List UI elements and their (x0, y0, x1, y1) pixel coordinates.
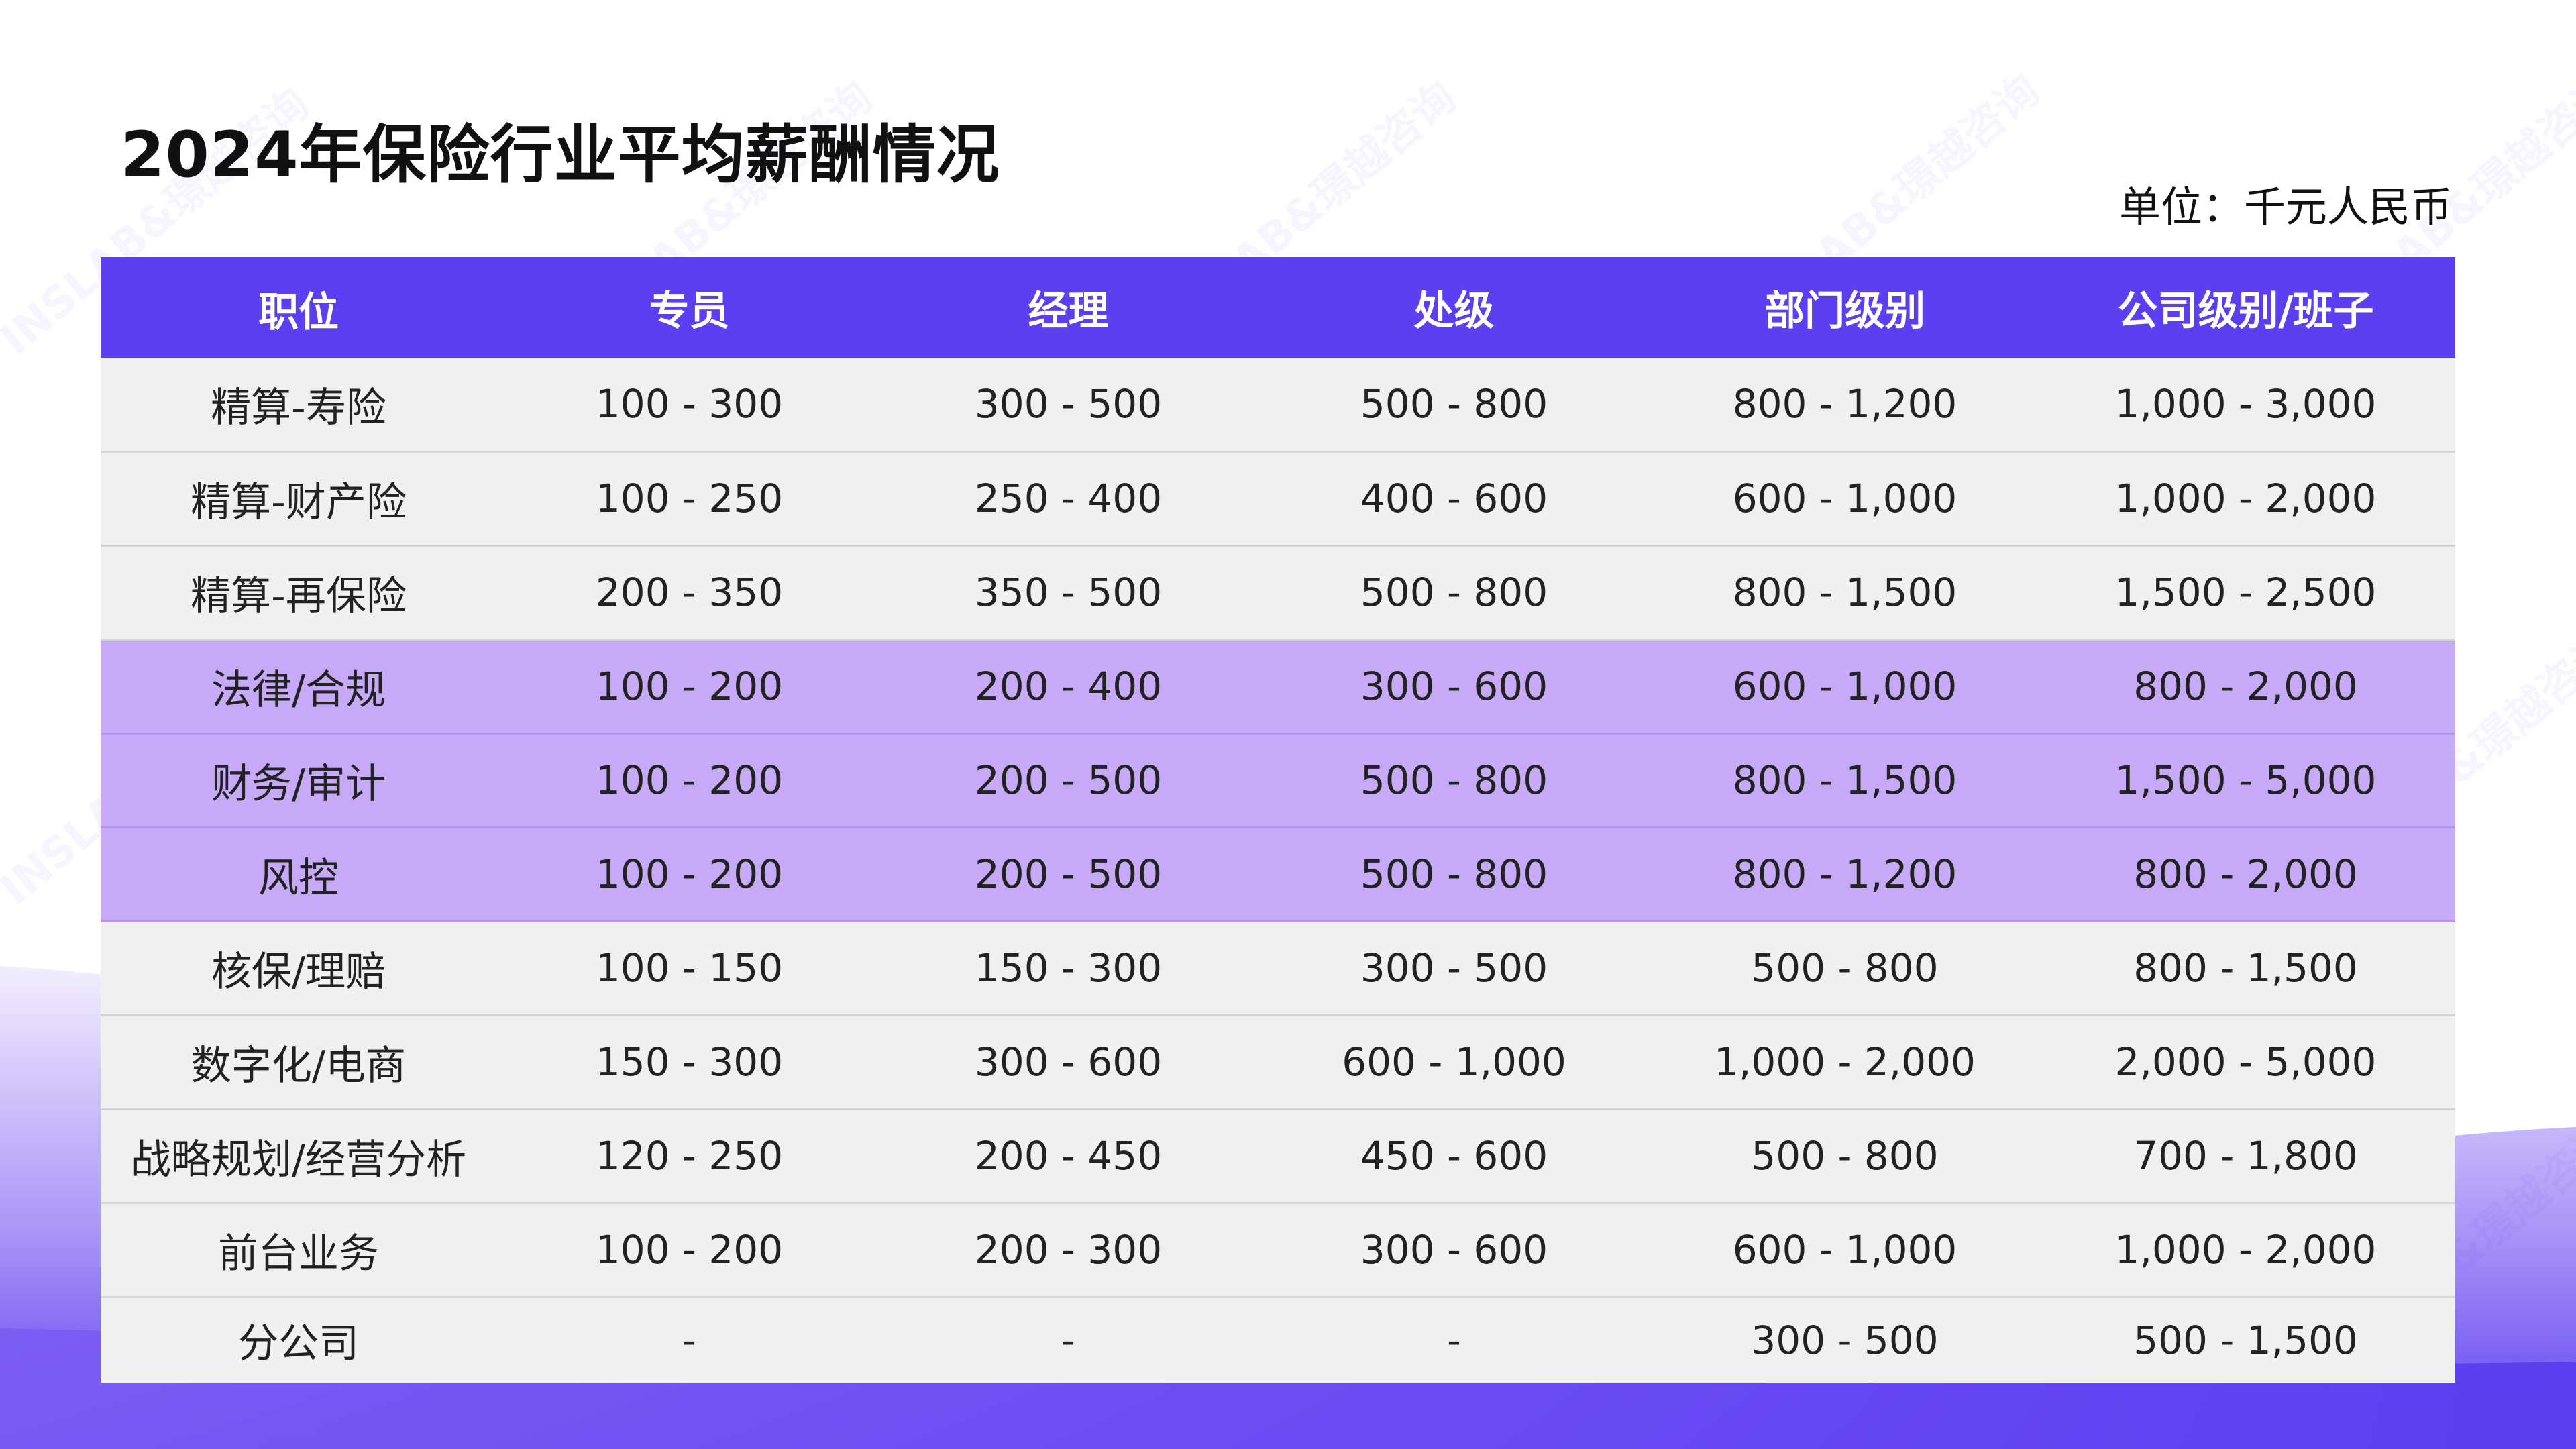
row-role-cell: 风控 (101, 827, 496, 922)
salary-cell: 100 - 200 (496, 639, 882, 735)
page-title: 2024年保险行业平均薪酬情况 (121, 119, 1000, 192)
row-role-cell: 核保/理赔 (101, 921, 496, 1016)
table-row: 精算-财产险 100 - 250 250 - 400 400 - 600 600… (101, 451, 2455, 547)
salary-cell: 200 - 350 (496, 545, 882, 641)
salary-cell: 300 - 500 (882, 358, 1254, 453)
salary-cell: 500 - 800 (1654, 921, 2036, 1016)
salary-cell: 250 - 400 (882, 451, 1254, 547)
salary-cell: 600 - 1,000 (1654, 1203, 2036, 1298)
column-header-division: 处级 (1413, 287, 1495, 335)
unit-note: 单位：千元人民币 (2118, 182, 2452, 231)
column-header-manager: 经理 (1028, 287, 1109, 335)
table-row: 数字化/电商 150 - 300 300 - 600 600 - 1,000 1… (101, 1015, 2455, 1110)
table-row-highlighted: 法律/合规 100 - 200 200 - 400 300 - 600 600 … (101, 639, 2455, 735)
salary-cell: 200 - 500 (882, 827, 1254, 922)
salary-cell: 200 - 300 (882, 1203, 1254, 1298)
column-header-department: 部门级别 (1764, 287, 1925, 335)
salary-cell: 100 - 200 (496, 1203, 882, 1298)
table-row-highlighted: 财务/审计 100 - 200 200 - 500 500 - 800 800 … (101, 733, 2455, 828)
row-role-cell: 精算-再保险 (101, 545, 496, 641)
salary-cell: - (682, 1317, 696, 1363)
salary-cell: 300 - 500 (1254, 921, 1654, 1016)
header-row: 职位 专员 经理 处级 部门级别 公司级别/班子 (101, 257, 2455, 358)
salary-cell: 500 - 1,500 (2133, 1317, 2358, 1363)
salary-cell: 500 - 800 (1254, 545, 1654, 641)
salary-cell: 800 - 1,500 (1654, 733, 2036, 828)
salary-cell: 450 - 600 (1254, 1109, 1654, 1204)
table-row: 精算-再保险 200 - 350 350 - 500 500 - 800 800… (101, 545, 2455, 641)
salary-cell: 1,000 - 2,000 (2036, 1203, 2455, 1298)
salary-cell: 1,000 - 2,000 (2036, 451, 2455, 547)
salary-cell: 700 - 1,800 (2036, 1109, 2455, 1204)
salary-cell: 600 - 1,000 (1654, 451, 2036, 547)
salary-cell: 200 - 500 (882, 733, 1254, 828)
salary-cell: 500 - 800 (1254, 827, 1654, 922)
column-header-position: 职位 (258, 289, 339, 336)
salary-table: 职位 专员 经理 处级 部门级别 公司级别/班子 精算-寿险 100 - 300… (101, 257, 2455, 1383)
row-role-cell: 精算-寿险 (101, 358, 496, 453)
salary-cell: 800 - 1,200 (1654, 358, 2036, 453)
salary-cell: 100 - 150 (496, 921, 882, 1016)
salary-cell: 300 - 600 (1254, 1203, 1654, 1298)
salary-cell: 800 - 1,500 (1654, 545, 2036, 641)
table-row: 分公司 - - - 300 - 500 500 - 1,500 (101, 1297, 2455, 1383)
salary-cell: 2,000 - 5,000 (2036, 1015, 2455, 1110)
salary-cell: 1,500 - 5,000 (2036, 733, 2455, 828)
row-role-cell: 前台业务 (101, 1203, 496, 1298)
salary-cell: 150 - 300 (882, 921, 1254, 1016)
table-row: 战略规划/经营分析 120 - 250 200 - 450 450 - 600 … (101, 1109, 2455, 1204)
salary-cell: 500 - 800 (1254, 733, 1654, 828)
salary-cell: 100 - 200 (496, 827, 882, 922)
row-role-cell: 战略规划/经营分析 (101, 1109, 496, 1204)
salary-cell: 800 - 1,500 (2036, 921, 2455, 1016)
table-row: 前台业务 100 - 200 200 - 300 300 - 600 600 -… (101, 1203, 2455, 1298)
column-header-company: 公司级别/班子 (2117, 287, 2374, 335)
column-header-specialist: 专员 (649, 287, 730, 335)
salary-cell: 300 - 600 (882, 1015, 1254, 1110)
table-body: 精算-寿险 100 - 300 300 - 500 500 - 800 800 … (101, 358, 2455, 1383)
salary-table-container: 职位 专员 经理 处级 部门级别 公司级别/班子 精算-寿险 100 - 300… (101, 257, 2455, 1383)
salary-cell: 1,000 - 2,000 (1654, 1015, 2036, 1110)
row-role-cell: 财务/审计 (101, 733, 496, 828)
salary-cell: - (1447, 1317, 1461, 1363)
salary-cell: 100 - 200 (496, 733, 882, 828)
row-role-cell: 分公司 (238, 1320, 359, 1368)
salary-cell: 600 - 1,000 (1654, 639, 2036, 735)
salary-cell: 800 - 2,000 (2036, 827, 2455, 922)
salary-cell: 500 - 800 (1254, 358, 1654, 453)
table-row: 精算-寿险 100 - 300 300 - 500 500 - 800 800 … (101, 358, 2455, 453)
row-role-cell: 法律/合规 (101, 639, 496, 735)
table-header: 职位 专员 经理 处级 部门级别 公司级别/班子 (101, 257, 2455, 358)
salary-cell: 300 - 500 (1751, 1317, 1939, 1363)
salary-cell: 500 - 800 (1654, 1109, 2036, 1204)
salary-cell: 1,500 - 2,500 (2036, 545, 2455, 641)
table-row-highlighted: 风控 100 - 200 200 - 500 500 - 800 800 - 1… (101, 827, 2455, 922)
salary-cell: 800 - 2,000 (2036, 639, 2455, 735)
salary-cell: 600 - 1,000 (1254, 1015, 1654, 1110)
salary-cell: 100 - 250 (496, 451, 882, 547)
salary-cell: 150 - 300 (496, 1015, 882, 1110)
salary-cell: 1,000 - 3,000 (2036, 358, 2455, 453)
salary-cell: 300 - 600 (1254, 639, 1654, 735)
row-role-cell: 数字化/电商 (101, 1015, 496, 1110)
salary-cell: 350 - 500 (882, 545, 1254, 641)
salary-cell: 100 - 300 (496, 358, 882, 453)
salary-cell: 400 - 600 (1254, 451, 1654, 547)
row-role-cell: 精算-财产险 (101, 451, 496, 547)
salary-cell: 200 - 450 (882, 1109, 1254, 1204)
table-row: 核保/理赔 100 - 150 150 - 300 300 - 500 500 … (101, 921, 2455, 1016)
salary-cell: - (1061, 1317, 1075, 1363)
salary-cell: 800 - 1,200 (1654, 827, 2036, 922)
salary-cell: 200 - 400 (882, 639, 1254, 735)
salary-cell: 120 - 250 (496, 1109, 882, 1204)
